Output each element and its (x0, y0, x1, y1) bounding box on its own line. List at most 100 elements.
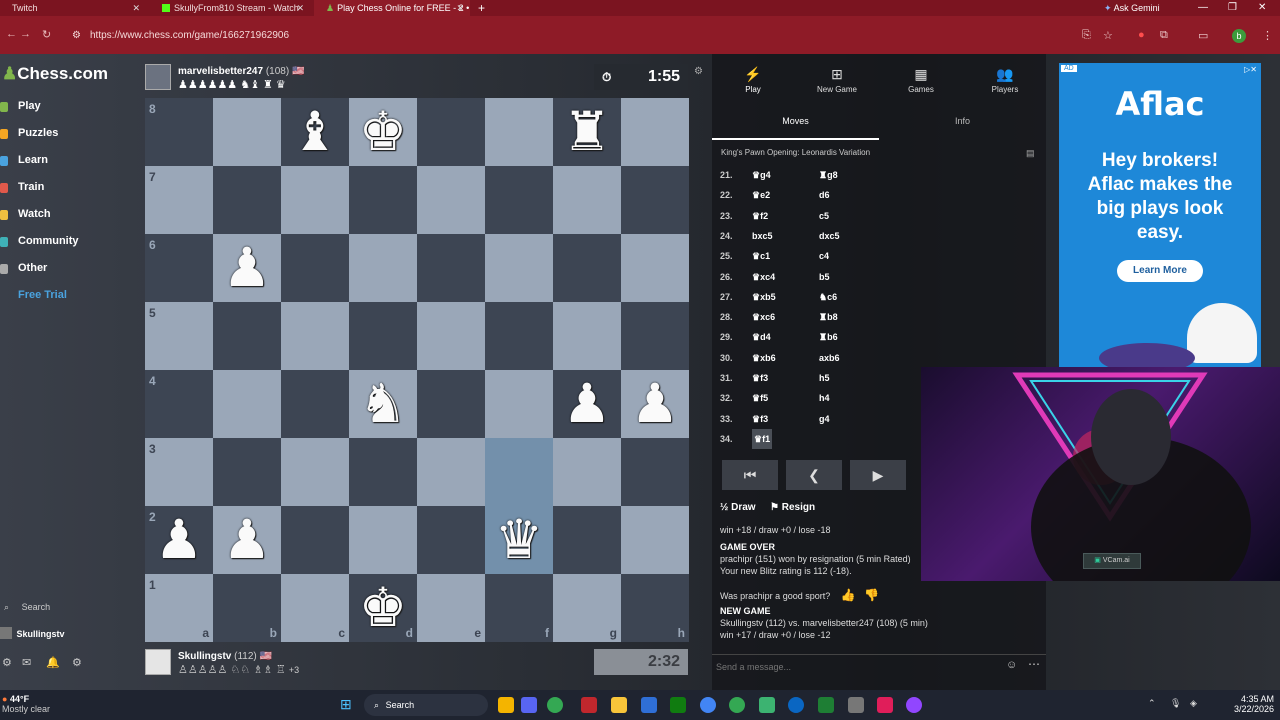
ask-gemini-button[interactable]: ✦ Ask Gemini (1104, 0, 1160, 16)
square-e7[interactable] (417, 166, 485, 234)
profile-avatar[interactable]: b (1232, 29, 1246, 43)
sidebar-item-puzzles[interactable]: Puzzles (0, 127, 58, 139)
chess-piece[interactable]: ♞ (349, 370, 417, 438)
player-name[interactable]: Skullingstv (178, 651, 231, 662)
square-c3[interactable] (281, 438, 349, 506)
white-move[interactable]: ♛c1 (752, 246, 770, 266)
chess-piece[interactable]: ♟ (553, 370, 621, 438)
square-f1[interactable]: f (485, 574, 553, 642)
square-d4[interactable]: ♞ (349, 370, 417, 438)
weather-widget[interactable]: ● 44°F Mostly clear (2, 694, 50, 714)
close-tab-icon[interactable]: ✕ (296, 0, 304, 16)
extension-icon[interactable]: ● (1138, 29, 1145, 41)
chess-piece[interactable]: ♟ (145, 506, 213, 574)
square-d1[interactable]: d ♚ (349, 574, 417, 642)
white-move[interactable]: ♛g4 (752, 165, 771, 185)
taskbar-app-icon[interactable] (581, 697, 597, 713)
black-move[interactable]: g4 (819, 409, 830, 429)
subtab-info[interactable]: Info (879, 112, 1046, 140)
square-b4[interactable] (213, 370, 281, 438)
opponent-name[interactable]: marvelisbetter247 (178, 66, 263, 77)
chess-piece[interactable]: ♟ (213, 234, 281, 302)
aflac-ad[interactable]: AD ▷✕ Aflac Hey brokers! Aflac makes the… (1059, 63, 1261, 373)
menu-kebab-icon[interactable]: ⋮ (1262, 29, 1273, 42)
xbox-icon[interactable] (670, 697, 686, 713)
close-tab-icon[interactable]: ✕ (456, 0, 464, 16)
settings-icon[interactable] (848, 697, 864, 713)
square-b1[interactable]: b (213, 574, 281, 642)
emoji-icon[interactable]: ☺ (1006, 659, 1017, 671)
windows-start-icon[interactable]: ⊞ (340, 696, 352, 713)
square-b3[interactable] (213, 438, 281, 506)
square-f5[interactable] (485, 302, 553, 370)
tab-twitch-stream[interactable]: SkullyFrom810 Stream - Watch ✕ (150, 0, 310, 16)
more-icon[interactable]: ⋯ (1028, 657, 1040, 671)
square-f4[interactable] (485, 370, 553, 438)
sidebar-item-community[interactable]: Community (0, 235, 79, 247)
previous-move-button[interactable]: ❮ (786, 460, 842, 490)
tab-games[interactable]: ▦ Games (891, 66, 951, 94)
next-move-button[interactable]: ▶ (850, 460, 906, 490)
square-e1[interactable]: e (417, 574, 485, 642)
forward-icon[interactable]: → (20, 28, 31, 40)
bookmark-star-icon[interactable]: ☆ (1103, 29, 1113, 42)
discord-icon[interactable] (521, 697, 537, 713)
square-e5[interactable] (417, 302, 485, 370)
mail-icon[interactable]: ✉ (22, 656, 31, 669)
back-icon[interactable]: ← (6, 28, 17, 40)
square-d3[interactable] (349, 438, 417, 506)
white-move[interactable]: ♛xb5 (752, 287, 776, 307)
square-h4[interactable]: ♟ (621, 370, 689, 438)
square-f8[interactable] (485, 98, 553, 166)
chess-piece[interactable]: ♛ (485, 506, 553, 574)
site-info-icon[interactable]: ⚙ (72, 26, 81, 46)
square-e2[interactable] (417, 506, 485, 574)
white-move[interactable]: ♛f5 (752, 388, 768, 408)
taskbar-app-icon[interactable] (788, 697, 804, 713)
square-f6[interactable] (485, 234, 553, 302)
square-b7[interactable] (213, 166, 281, 234)
sidebar-user[interactable]: Skullingstv (0, 627, 65, 639)
reload-icon[interactable]: ↻ (42, 28, 51, 41)
square-h1[interactable]: h (621, 574, 689, 642)
sidebar-item-train[interactable]: Train (0, 181, 44, 193)
chess-piece[interactable]: ♟ (621, 370, 689, 438)
thumbs-down-icon[interactable]: 👎 (864, 588, 879, 602)
square-g2[interactable] (553, 506, 621, 574)
square-a8[interactable]: 8 (145, 98, 213, 166)
gear-icon[interactable]: ⚙ (72, 656, 82, 669)
chess-logo[interactable]: ♟Chess.com (2, 64, 108, 84)
taskbar-app-icon[interactable] (641, 697, 657, 713)
free-trial-link[interactable]: Free Trial (18, 289, 67, 301)
square-h3[interactable] (621, 438, 689, 506)
square-c7[interactable] (281, 166, 349, 234)
square-h8[interactable] (621, 98, 689, 166)
xbox-icon[interactable] (818, 697, 834, 713)
square-h7[interactable] (621, 166, 689, 234)
black-move[interactable]: c5 (819, 206, 829, 226)
url-field[interactable]: ⚙ https://www.chess.com/game/16627196290… (62, 26, 1074, 46)
square-a7[interactable]: 7 (145, 166, 213, 234)
square-f3[interactable] (485, 438, 553, 506)
white-move[interactable]: ♛f1 (752, 428, 773, 449)
white-move[interactable]: ♛f3 (752, 368, 768, 388)
tab-play[interactable]: ⚡ Play (723, 66, 783, 94)
new-tab-button[interactable]: + (478, 0, 485, 16)
white-move[interactable]: ♛xb6 (752, 348, 776, 368)
square-a1[interactable]: 1a (145, 574, 213, 642)
ad-choices-icon[interactable]: ▷✕ (1244, 65, 1257, 74)
close-tab-icon[interactable]: ✕ (132, 0, 140, 16)
square-g7[interactable] (553, 166, 621, 234)
white-move[interactable]: ♛f3 (752, 409, 768, 429)
square-e3[interactable] (417, 438, 485, 506)
square-a5[interactable]: 5 (145, 302, 213, 370)
subtab-moves[interactable]: Moves (712, 112, 879, 140)
square-e4[interactable] (417, 370, 485, 438)
square-g1[interactable]: g (553, 574, 621, 642)
install-app-icon[interactable]: ⎘ (1082, 29, 1091, 42)
sidebar-search[interactable]: ⌕ Search (4, 602, 50, 613)
black-move[interactable]: ♜b8 (819, 307, 838, 327)
book-icon[interactable]: ▤ (1026, 148, 1035, 159)
square-g3[interactable] (553, 438, 621, 506)
bell-icon[interactable]: 🔔 (46, 656, 60, 669)
